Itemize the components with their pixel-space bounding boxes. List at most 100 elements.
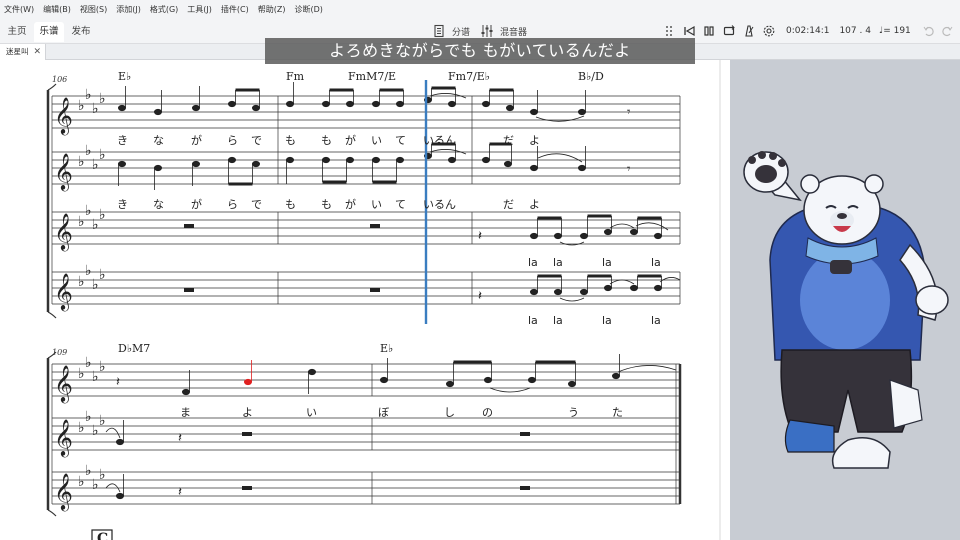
clefs-system-1: 𝄞 𝄞 𝄞 𝄞 ♭♭♭♭ ♭♭♭♭ ♭♭♭♭ ♭♭♭♭ [54, 87, 106, 311]
undo-icon[interactable] [923, 24, 935, 38]
svg-text:♭: ♭ [85, 463, 92, 479]
mixer-label: 混音器 [500, 27, 528, 38]
gear-icon[interactable] [762, 24, 776, 38]
lyric-syllable[interactable]: で [251, 132, 262, 148]
measure-number-109: 109 [52, 348, 68, 357]
drag-handle-icon[interactable] [664, 24, 674, 38]
lyric-syllable[interactable]: ら [227, 132, 238, 148]
chord-symbol[interactable]: E♭ [380, 342, 393, 355]
system-1 [46, 83, 681, 319]
svg-text:♭: ♭ [99, 207, 106, 223]
lyric-syllable[interactable]: が [345, 132, 356, 148]
lyric-syllable[interactable]: い [371, 196, 382, 212]
parts-button[interactable]: 分谱 [432, 23, 470, 39]
svg-text:♭: ♭ [85, 203, 92, 219]
system-2 [46, 351, 682, 517]
lyric-syllable[interactable]: な [153, 132, 164, 148]
lyric-syllable[interactable]: も [285, 196, 296, 212]
svg-text:♭: ♭ [92, 101, 99, 117]
rewind-icon[interactable] [682, 24, 696, 38]
lyric-syllable[interactable]: が [191, 132, 202, 148]
lyric-syllable[interactable]: ら [227, 196, 238, 212]
menu-add[interactable]: 添加(J) [116, 4, 141, 15]
mixer-button[interactable]: 混音器 [480, 23, 527, 39]
playback-controls: 0:02:14:1 107 . 4 ♩= 191 [664, 22, 953, 40]
menu-bar: 文件(W) 编辑(B) 视图(S) 添加(J) 格式(G) 工具(J) 插件(C… [0, 0, 960, 18]
menu-format[interactable]: 格式(G) [150, 4, 178, 15]
lyric-syllable[interactable]: ぼ [378, 404, 389, 420]
menu-diagnostics[interactable]: 诊断(D) [294, 4, 322, 15]
lyric-syllable[interactable]: la [528, 314, 538, 327]
svg-text:𝄞: 𝄞 [54, 212, 73, 251]
lyric-syllable[interactable]: la [553, 256, 563, 269]
lyric-syllable[interactable]: も [285, 132, 296, 148]
lyric-syllable[interactable]: な [153, 196, 164, 212]
lyric-syllable[interactable]: よ [529, 196, 540, 212]
polar-bear-mascot [743, 151, 949, 469]
chord-symbol[interactable]: E♭ [118, 70, 131, 83]
menu-help[interactable]: 帮助(Z) [258, 4, 286, 15]
chord-symbol[interactable]: Fm7/E♭ [448, 70, 490, 83]
lyric-syllable[interactable]: だ [503, 132, 514, 148]
pause-icon[interactable] [702, 24, 716, 38]
score-canvas[interactable]: 𝄞 𝄞 𝄞 𝄞 ♭♭♭♭ ♭♭♭♭ ♭♭♭♭ ♭♭♭♭ [0, 60, 730, 540]
svg-text:𝄞: 𝄞 [54, 272, 73, 311]
lyric-syllable[interactable]: の [482, 404, 493, 420]
loop-icon[interactable] [722, 24, 736, 38]
lyric-syllable[interactable]: が [191, 196, 202, 212]
lyric-syllable[interactable]: la [528, 256, 538, 269]
svg-text:♭: ♭ [99, 359, 106, 375]
lyric-syllable[interactable]: いるん [423, 132, 456, 148]
lyric-syllable[interactable]: la [553, 314, 563, 327]
lyric-syllable[interactable]: た [612, 404, 623, 420]
chord-symbol[interactable]: Fm [286, 70, 304, 83]
lyric-syllable[interactable]: la [651, 314, 661, 327]
chord-symbol[interactable]: FmM7/E [348, 70, 396, 83]
lyric-syllable[interactable]: だ [503, 196, 514, 212]
notes-staff-1-2: 𝄾 [118, 142, 631, 190]
lyric-syllable[interactable]: la [602, 256, 612, 269]
menu-tools[interactable]: 工具(J) [187, 4, 212, 15]
tempo-display: ♩= 191 [878, 26, 911, 36]
lyric-syllable[interactable]: で [251, 196, 262, 212]
tab-score[interactable]: 乐谱 [34, 22, 64, 42]
tab-publish[interactable]: 发布 [66, 22, 96, 42]
tab-home[interactable]: 主页 [2, 22, 32, 42]
rehearsal-mark[interactable]: C [97, 531, 108, 540]
lyric-syllable[interactable]: よ [242, 404, 253, 420]
menu-plugins[interactable]: 插件(C) [221, 4, 249, 15]
document-tab-title: 迷星叫 [6, 47, 29, 56]
svg-text:𝄞: 𝄞 [54, 418, 73, 457]
lyric-syllable[interactable]: い [306, 404, 317, 420]
lyric-syllable[interactable]: も [321, 196, 332, 212]
measure-number-106: 106 [52, 75, 68, 84]
playback-time: 0:02:14:1 [786, 26, 830, 36]
menu-file[interactable]: 文件(W) [4, 4, 34, 15]
svg-text:𝄽: 𝄽 [478, 229, 482, 244]
chord-symbol[interactable]: B♭/D [578, 70, 604, 83]
svg-text:♭: ♭ [92, 477, 99, 493]
lyric-syllable[interactable]: い [371, 132, 382, 148]
lyric-syllable[interactable]: う [568, 404, 579, 420]
redo-icon[interactable] [941, 24, 953, 38]
lyric-syllable[interactable]: て [395, 132, 406, 148]
metronome-icon[interactable] [742, 24, 756, 38]
lyric-syllable[interactable]: ま [180, 404, 191, 420]
lyric-syllable[interactable]: も [321, 132, 332, 148]
lyric-syllable[interactable]: き [117, 132, 128, 148]
document-tab[interactable]: 迷星叫 ✕ [0, 44, 46, 60]
menu-view[interactable]: 视图(S) [80, 4, 107, 15]
close-icon[interactable]: ✕ [33, 44, 41, 60]
lyric-syllable[interactable]: き [117, 196, 128, 212]
lyric-syllable[interactable]: la [602, 314, 612, 327]
chord-symbol[interactable]: D♭M7 [118, 342, 150, 355]
lyric-syllable[interactable]: いるん [423, 196, 456, 212]
clefs-system-2: 𝄞 𝄞 𝄞 ♭♭♭♭ ♭♭♭♭ ♭♭♭♭ [54, 355, 106, 511]
lyric-syllable[interactable]: が [345, 196, 356, 212]
lyric-syllable[interactable]: し [444, 404, 455, 420]
lyric-syllable[interactable]: よ [529, 132, 540, 148]
svg-text:𝄾: 𝄾 [627, 105, 631, 120]
menu-edit[interactable]: 编辑(B) [43, 4, 71, 15]
lyric-syllable[interactable]: la [651, 256, 661, 269]
lyric-syllable[interactable]: て [395, 196, 406, 212]
